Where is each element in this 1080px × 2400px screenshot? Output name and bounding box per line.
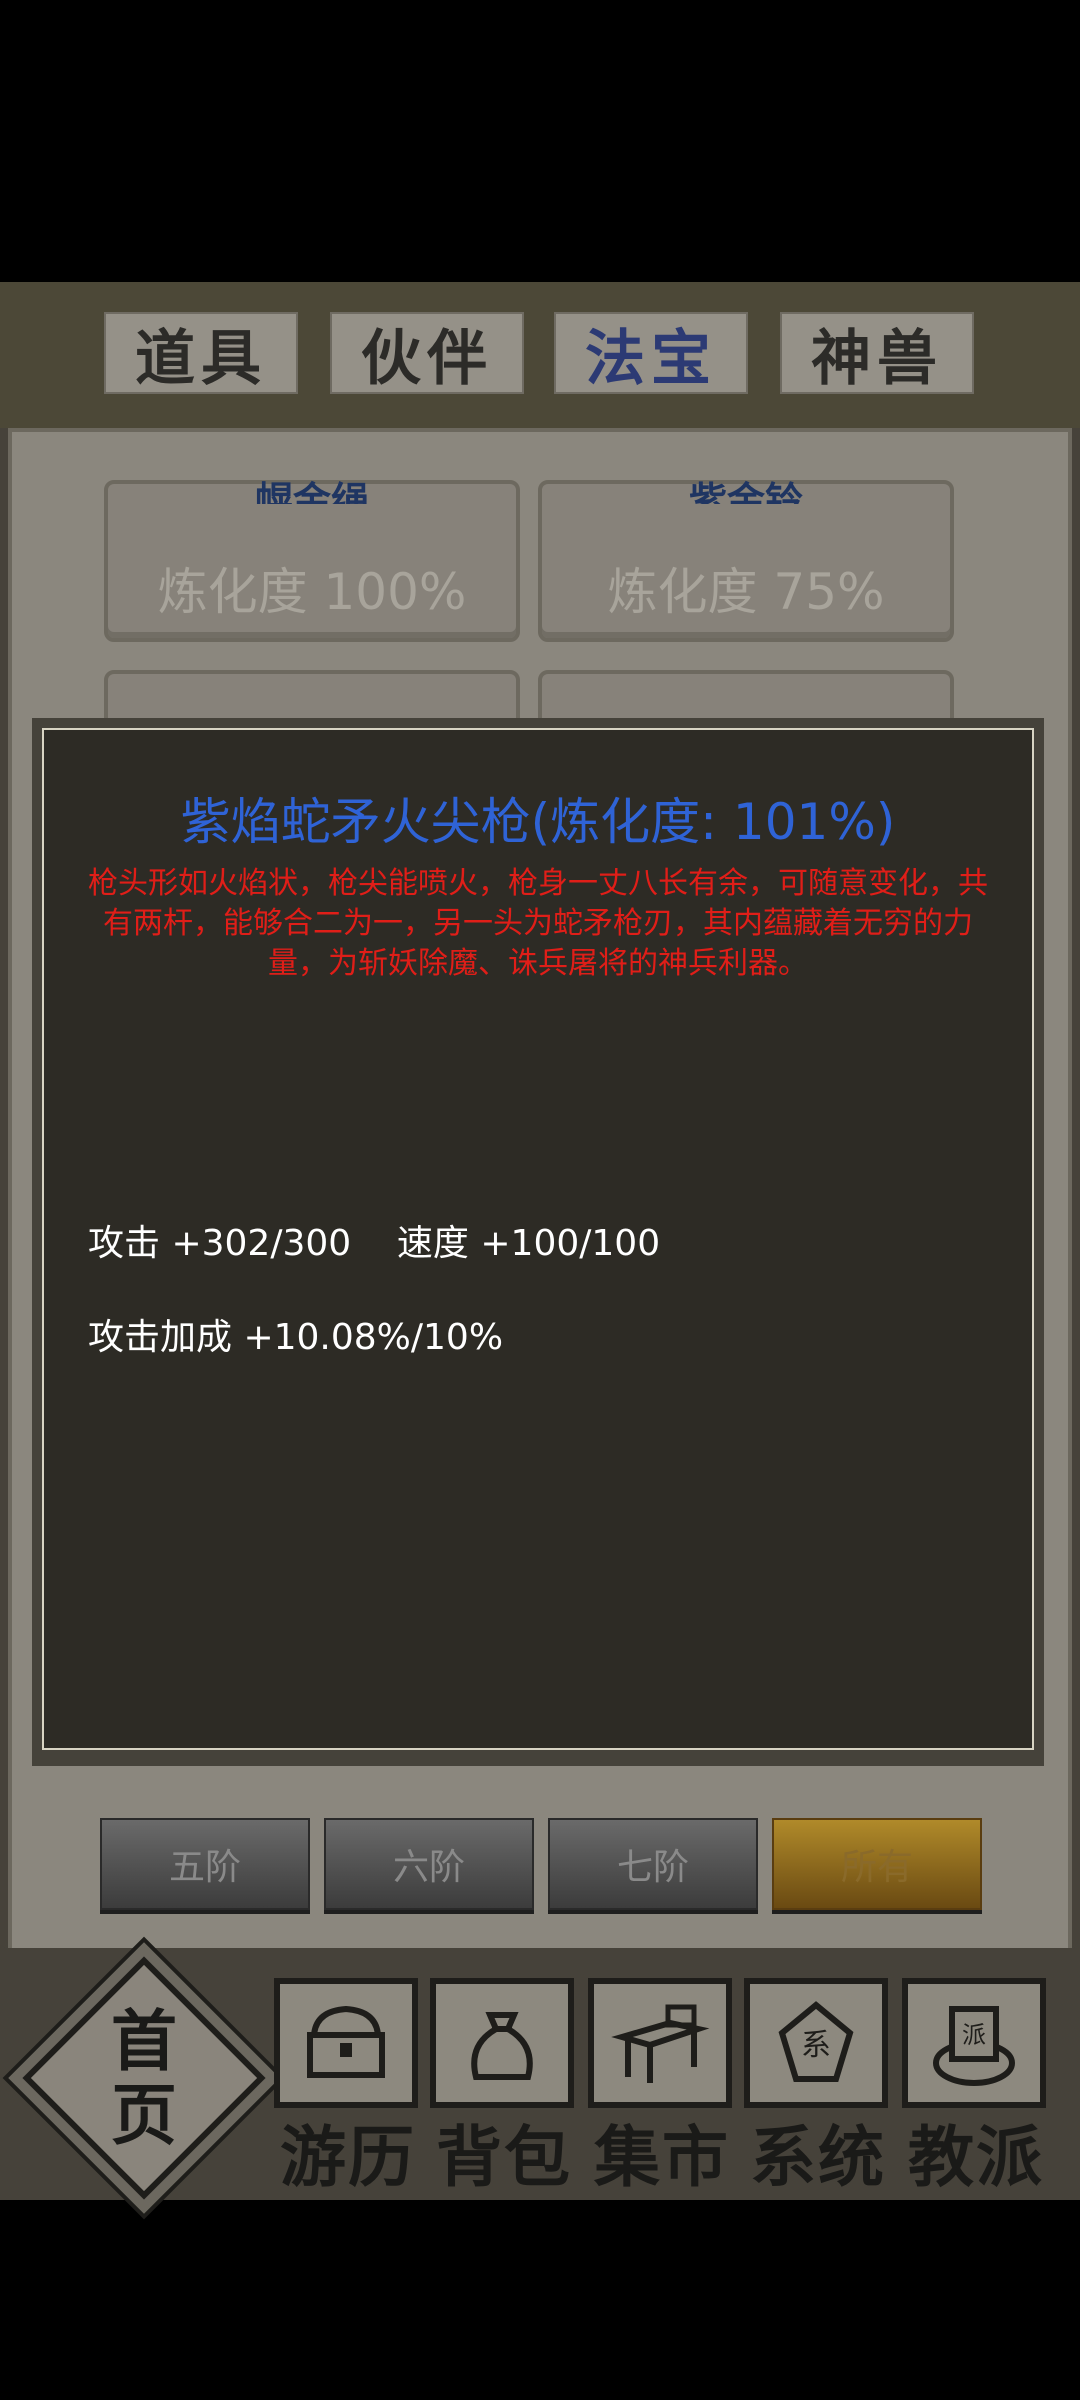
treasure-refine-level: 炼化度 100% bbox=[157, 563, 467, 621]
filter-tier-6-button[interactable]: 六阶 bbox=[324, 1818, 534, 1910]
treasure-name: 紫金铃 bbox=[688, 478, 803, 504]
treasure-detail-dialog[interactable]: 紫焰蛇矛火尖枪(炼化度: 101%) 枪头形如火焰状，枪尖能喷火，枪身一丈八长有… bbox=[32, 718, 1044, 1766]
bag-icon bbox=[471, 2012, 533, 2080]
svg-text:派: 派 bbox=[962, 2021, 986, 2049]
nav-travel-button[interactable] bbox=[274, 1978, 418, 2108]
svg-text:系: 系 bbox=[801, 2028, 831, 2063]
dialog-frame: 紫焰蛇矛火尖枪(炼化度: 101%) 枪头形如火焰状，枪尖能喷火，枪身一丈八长有… bbox=[42, 728, 1034, 1750]
treasure-description: 枪头形如火焰状，枪尖能喷火，枪身一丈八长有余，可随意变化，共有两杆，能够合二为一… bbox=[88, 866, 988, 981]
nav-market-label: 集市 bbox=[594, 2118, 730, 2196]
system-seal-icon: 系 bbox=[778, 2001, 854, 2082]
home-label: 首页 bbox=[111, 2002, 177, 2154]
filter-tier-7-button[interactable]: 七阶 bbox=[548, 1818, 758, 1910]
tab-partners[interactable]: 伙伴 bbox=[330, 312, 524, 394]
market-stall-icon bbox=[611, 2004, 710, 2083]
tab-beasts[interactable]: 神兽 bbox=[780, 312, 974, 394]
sect-scroll-icon: 派 bbox=[933, 2006, 1015, 2086]
category-tabbar: 道具 伙伴 法宝 神兽 bbox=[0, 282, 1080, 428]
treasure-name: 幌金绳 bbox=[254, 478, 369, 504]
home-button[interactable]: 首页 bbox=[22, 1956, 266, 2200]
treasure-card[interactable]: 幌金绳 炼化度 100% bbox=[104, 478, 520, 642]
filter-all-button[interactable]: 所有 bbox=[772, 1818, 982, 1910]
treasure-card[interactable]: 紫金铃 炼化度 75% bbox=[538, 478, 954, 642]
nav-sect-label: 教派 bbox=[908, 2118, 1044, 2196]
nav-travel-label: 游历 bbox=[280, 2118, 416, 2196]
treasure-refine-level: 炼化度 75% bbox=[607, 563, 885, 621]
nav-system-button[interactable]: 系 bbox=[744, 1978, 888, 2108]
nav-bag-button[interactable] bbox=[430, 1978, 574, 2108]
filter-tier-5-button[interactable]: 五阶 bbox=[100, 1818, 310, 1910]
tab-items[interactable]: 道具 bbox=[104, 312, 298, 394]
tab-treasures[interactable]: 法宝 bbox=[554, 312, 748, 394]
nav-system-label: 系统 bbox=[750, 2118, 886, 2196]
chest-icon bbox=[307, 2005, 385, 2078]
stat-line: 攻击 +302/300 速度 +100/100 bbox=[88, 1223, 661, 1264]
bottom-navigation: 首页 系 派 游历 背包 集市 系统 教派 bbox=[0, 1948, 1080, 2200]
treasure-title: 紫焰蛇矛火尖枪(炼化度: 101%) bbox=[180, 793, 896, 851]
stat-line: 攻击加成 +10.08%/10% bbox=[88, 1317, 504, 1358]
nav-bag-label: 背包 bbox=[436, 2118, 572, 2196]
nav-market-button[interactable] bbox=[588, 1978, 732, 2108]
nav-sect-button[interactable]: 派 bbox=[902, 1978, 1046, 2108]
